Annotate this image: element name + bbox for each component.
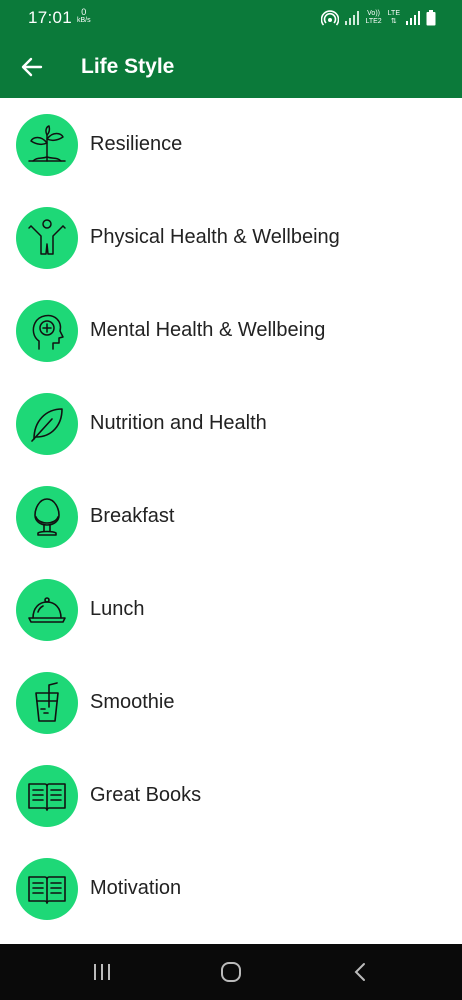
item-icon-circle: [16, 857, 78, 920]
back-arrow-icon: [21, 57, 43, 77]
cloche-icon: [28, 596, 66, 623]
back-nav-button[interactable]: [340, 956, 380, 988]
network-label-1: Vo)): [367, 10, 380, 17]
person-icon: [28, 218, 66, 255]
list-item-nutrition[interactable]: Nutrition and Health: [0, 377, 462, 470]
signal-icon-2: [406, 11, 420, 25]
status-icons: Vo)) LTE2 LTE ⇅: [321, 7, 436, 29]
list-item-resilience[interactable]: Resilience: [0, 98, 462, 191]
recents-icon: [94, 964, 110, 980]
list-item-label: Lunch: [90, 598, 145, 620]
egg-icon: [34, 497, 60, 536]
head-icon: [32, 314, 64, 350]
home-button[interactable]: [211, 956, 251, 988]
list-item-label: Mental Health & Wellbeing: [90, 319, 326, 341]
book-icon: [28, 782, 66, 811]
back-button[interactable]: [14, 49, 50, 85]
network-speed-value: 0: [81, 7, 87, 17]
list-item-smoothie[interactable]: Smoothie: [0, 656, 462, 749]
list-item-label: Smoothie: [90, 691, 175, 713]
leaf-icon: [31, 407, 63, 442]
network-label-lte: LTE ⇅: [388, 10, 400, 26]
list-item-label: Breakfast: [90, 505, 175, 527]
lifestyle-list: Resilience Physical Health & Wellbeing M…: [0, 98, 462, 944]
item-icon-circle: [16, 578, 78, 641]
app-bar: Life Style: [0, 36, 462, 98]
status-bar: 17:01 0 kB/s Vo)) LTE2 LTE ⇅: [0, 0, 462, 36]
recents-button[interactable]: [82, 956, 122, 988]
list-item-physical-health[interactable]: Physical Health & Wellbeing: [0, 191, 462, 284]
plant-icon: [28, 124, 66, 162]
chevron-left-icon: [354, 963, 365, 981]
list-item-label: Nutrition and Health: [90, 412, 267, 434]
list-item-label: Motivation: [90, 877, 182, 899]
signal-icon-1: [345, 11, 360, 25]
network-label-3: LTE: [387, 10, 400, 17]
item-icon-circle: [16, 299, 78, 362]
network-speed: 0 kB/s: [77, 8, 91, 25]
status-time: 17:01: [28, 8, 73, 27]
glass-icon: [35, 681, 59, 722]
item-icon-circle: [16, 671, 78, 734]
book-icon: [28, 875, 66, 904]
page-title: Life Style: [81, 55, 175, 78]
list-item-label: Resilience: [90, 133, 183, 155]
home-icon: [221, 962, 241, 982]
item-icon-circle: [16, 392, 78, 455]
item-icon-circle: [16, 764, 78, 827]
hotspot-icon: [321, 10, 340, 26]
item-icon-circle: [16, 206, 78, 269]
network-speed-unit: kB/s: [77, 17, 91, 24]
item-icon-circle: [16, 485, 78, 548]
system-nav-bar: [0, 944, 462, 1000]
list-item-label: Physical Health & Wellbeing: [90, 226, 340, 248]
list-item-label: Great Books: [90, 784, 202, 806]
list-item-breakfast[interactable]: Breakfast: [0, 470, 462, 563]
network-label-volte: Vo)) LTE2: [365, 10, 381, 26]
item-icon-circle: [16, 113, 78, 176]
list-item-great-books[interactable]: Great Books: [0, 749, 462, 842]
list-item-motivation[interactable]: Motivation: [0, 842, 462, 935]
battery-icon: [426, 10, 436, 26]
list-item-mental-health[interactable]: Mental Health & Wellbeing: [0, 284, 462, 377]
list-item-lunch[interactable]: Lunch: [0, 563, 462, 656]
network-label-2: LTE2: [365, 18, 382, 25]
data-arrows-icon: ⇅: [390, 18, 397, 25]
